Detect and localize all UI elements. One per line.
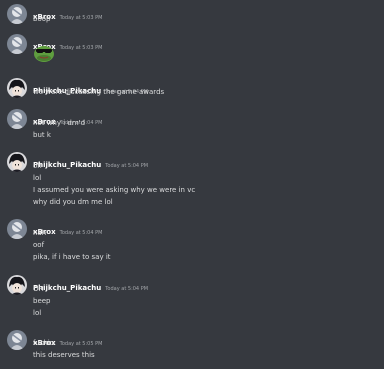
message-text: oof	[33, 241, 45, 249]
message-text: lol	[33, 309, 42, 317]
pika-avatar[interactable]	[7, 152, 27, 172]
message-text: why did you dm me lol	[33, 198, 113, 206]
message-text: but k	[33, 131, 51, 139]
xbrox-avatar[interactable]	[7, 330, 27, 350]
timestamp: Today at 5:03 PM	[59, 45, 103, 51]
pika-avatar[interactable]	[7, 78, 27, 98]
xbrox-avatar[interactable]	[7, 4, 27, 24]
message-text: oh	[33, 162, 42, 170]
pika-avatar[interactable]	[7, 275, 27, 295]
message-text: beep	[33, 297, 51, 305]
xbrox-avatar[interactable]	[7, 219, 27, 239]
username[interactable]: Phijkchu_Pikachu	[33, 161, 101, 169]
timestamp: Today at 5:04 PM	[59, 230, 103, 236]
pepe-sunglasses-emoji[interactable]	[33, 43, 55, 63]
message-text: OH	[33, 285, 44, 293]
message-text: fuckin	[33, 339, 55, 347]
message-text: not why i dm'd	[33, 119, 86, 127]
message-text: nah	[33, 229, 47, 237]
message-text: this deserves this	[33, 351, 95, 359]
message-header: Phijkchu_Pikachu Today at 5:04 PM	[33, 152, 148, 169]
xbrox-avatar[interactable]	[7, 34, 27, 54]
message-text: boop	[33, 15, 51, 23]
timestamp: Today at 5:03 PM	[59, 15, 103, 21]
message-text: pika, if i have to say it	[33, 253, 111, 261]
message-text: I assumed you were asking why we were in…	[33, 186, 196, 194]
xbrox-avatar[interactable]	[7, 109, 27, 129]
timestamp: Today at 5:04 PM	[105, 286, 149, 292]
message-header: Phijkchu_Pikachu Today at 5:04 PM	[33, 275, 148, 292]
timestamp: Today at 5:05 PM	[59, 341, 103, 347]
timestamp: Today at 5:04 PM	[105, 163, 149, 169]
message-text: we were discussing the game awards	[33, 88, 165, 96]
chat-log: xBroxToday at 5:03 PM boop xBroxToday at…	[0, 0, 384, 369]
message-text: lol	[33, 174, 42, 182]
